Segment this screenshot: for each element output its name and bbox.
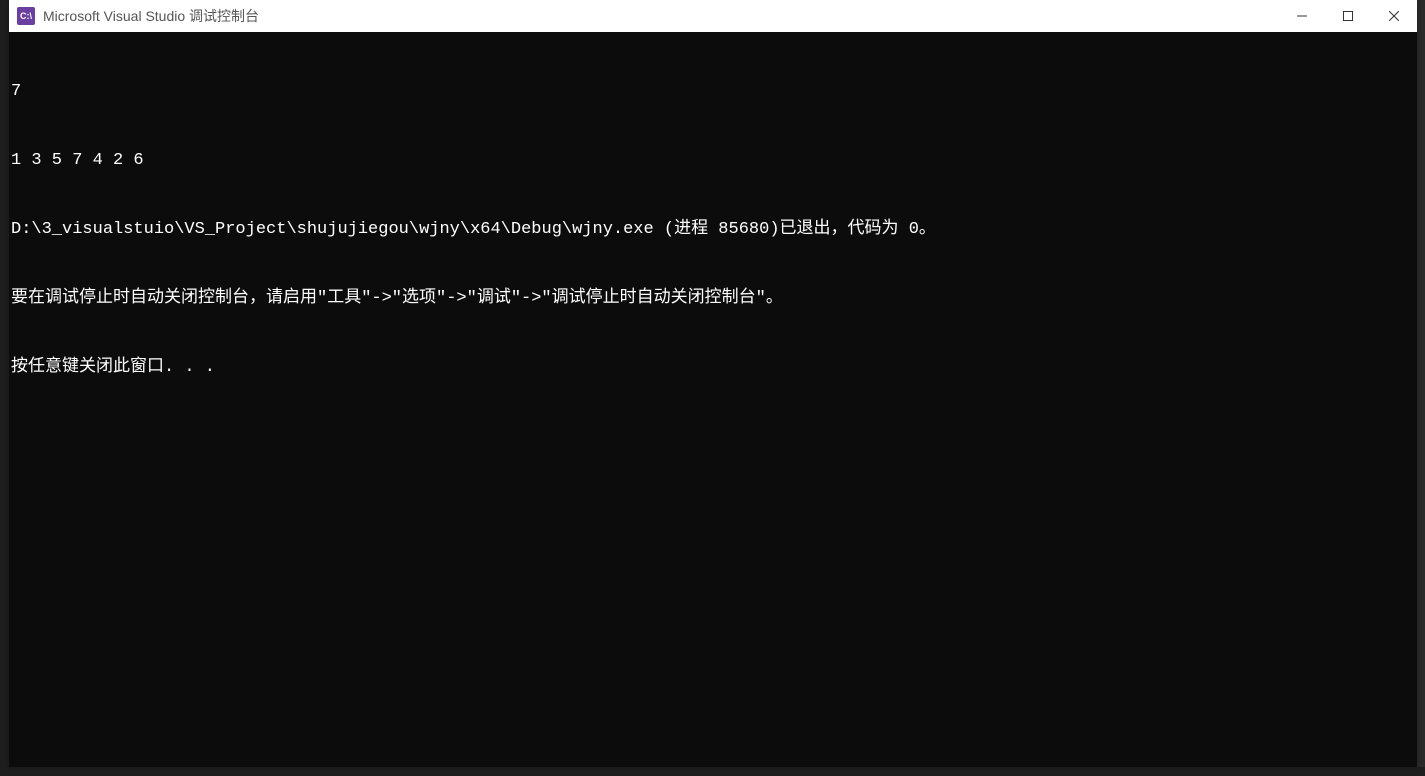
minimize-icon — [1297, 11, 1307, 21]
console-line: 1 3 5 7 4 2 6 — [11, 149, 1417, 172]
console-window: C:\ Microsoft Visual Studio 调试控制台 7 — [9, 0, 1417, 767]
maximize-icon — [1343, 11, 1353, 21]
minimize-button[interactable] — [1279, 0, 1325, 32]
console-line: D:\3_visualstuio\VS_Project\shujujiegou\… — [11, 218, 1417, 241]
app-icon: C:\ — [17, 7, 35, 25]
console-output[interactable]: 7 1 3 5 7 4 2 6 D:\3_visualstuio\VS_Proj… — [9, 32, 1417, 767]
titlebar[interactable]: C:\ Microsoft Visual Studio 调试控制台 — [9, 0, 1417, 32]
console-line: 7 — [11, 80, 1417, 103]
window-controls — [1279, 0, 1417, 32]
background-strip-bottom — [0, 767, 1425, 776]
close-icon — [1389, 11, 1399, 21]
close-button[interactable] — [1371, 0, 1417, 32]
console-line: 要在调试停止时自动关闭控制台，请启用"工具"->"选项"->"调试"->"调试停… — [11, 287, 1417, 310]
background-strip-left — [0, 0, 9, 776]
console-line: 按任意键关闭此窗口. . . — [11, 356, 1417, 379]
maximize-button[interactable] — [1325, 0, 1371, 32]
window-title: Microsoft Visual Studio 调试控制台 — [43, 6, 1279, 26]
